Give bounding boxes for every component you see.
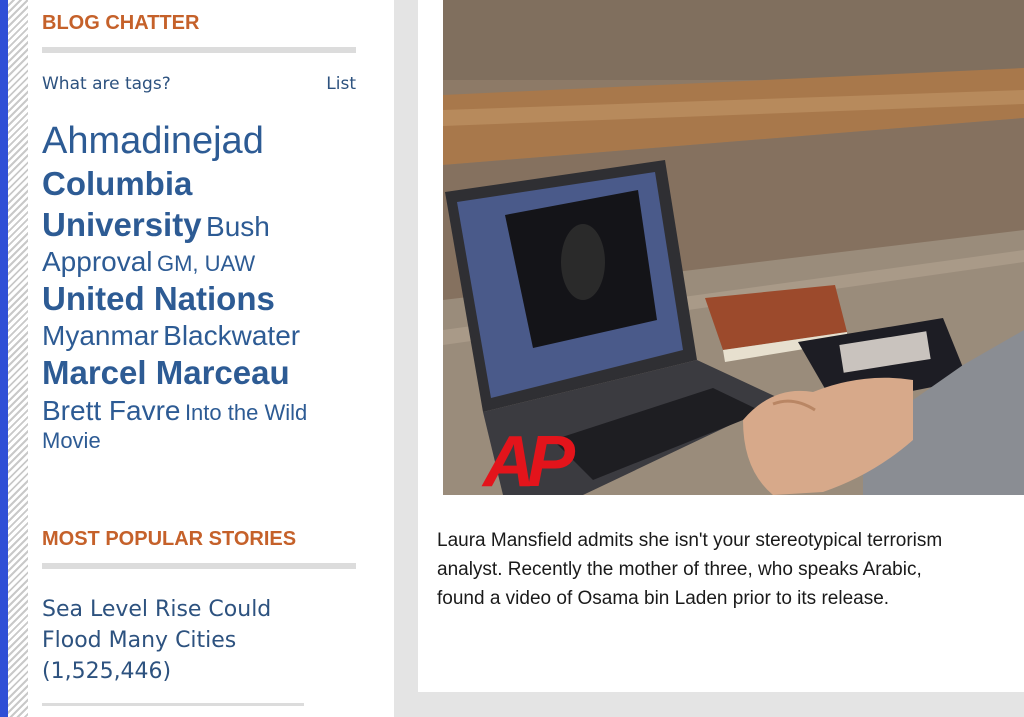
blog-chatter-divider [42, 47, 356, 53]
tag-link[interactable]: United Nations [42, 280, 275, 317]
column-gutter [394, 0, 418, 717]
svg-text:AP: AP [481, 422, 576, 495]
tag-link[interactable]: Myanmar [42, 320, 159, 351]
what-are-tags-link[interactable]: What are tags? [42, 74, 171, 94]
popular-story-count: (1,525,446) [42, 659, 172, 684]
sidebar: BLOG CHATTER What are tags? List Ahmadin… [28, 0, 392, 717]
main-content: AP Laura Mansfield admits she isn't your… [418, 0, 1024, 692]
caption-line: analyst. Recently the mother of three, w… [437, 559, 922, 580]
popular-item-divider [42, 703, 304, 706]
tag-link[interactable]: GM, UAW [157, 251, 255, 276]
news-photo[interactable]: AP [443, 0, 1024, 495]
tag-link[interactable]: Blackwater [163, 320, 300, 351]
most-popular-heading: MOST POPULAR STORIES [42, 528, 297, 550]
tag-link[interactable]: University [42, 206, 202, 243]
left-edge-hatch-pattern [8, 0, 28, 717]
most-popular-divider [42, 563, 356, 569]
left-edge-blue-stripe [0, 0, 8, 717]
popular-story-link[interactable]: Sea Level Rise Could Flood Many Cities (… [42, 594, 332, 687]
caption-line: found a video of Osama bin Laden prior t… [437, 588, 890, 609]
popular-story-title: Sea Level Rise Could Flood Many Cities [42, 597, 272, 653]
tag-link[interactable]: Approval [42, 246, 153, 277]
caption-line: Laura Mansfield admits she isn't your st… [437, 530, 943, 551]
tag-link[interactable]: Ahmadinejad [42, 120, 264, 162]
blog-chatter-heading: BLOG CHATTER [42, 12, 200, 34]
tag-link[interactable]: Columbia [42, 165, 192, 202]
tag-cloud: Ahmadinejad Columbia University Bush App… [42, 118, 352, 455]
photo-caption: Laura Mansfield admits she isn't your st… [437, 526, 1024, 613]
tag-link[interactable]: Bush [206, 211, 270, 242]
content-bottom-border [394, 692, 1024, 717]
ap-logo-icon: AP [481, 422, 584, 495]
tag-link[interactable]: Marcel Marceau [42, 354, 290, 391]
tag-list-link[interactable]: List [326, 74, 356, 94]
tag-link[interactable]: Brett Favre [42, 395, 180, 426]
